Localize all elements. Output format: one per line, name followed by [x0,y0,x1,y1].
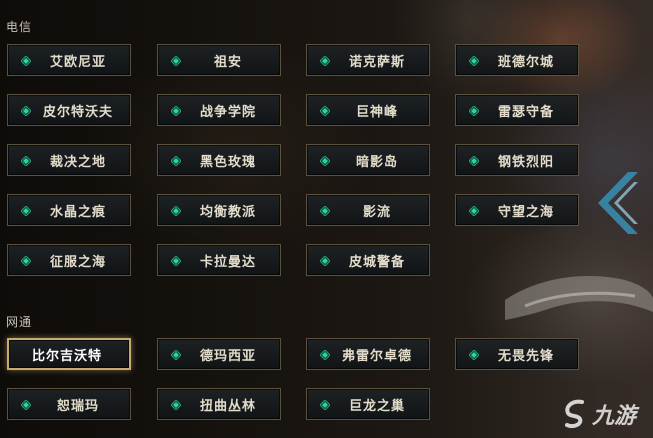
server-button[interactable]: 恕瑞玛 [7,388,131,420]
green-diamond-icon [320,106,330,116]
server-button[interactable]: 雷瑟守备 [455,94,579,126]
section-label-netcom: 网通 [6,315,33,329]
green-diamond-icon [171,56,181,66]
green-diamond-icon [320,256,330,266]
green-diamond-icon [469,350,479,360]
server-button[interactable]: 无畏先锋 [455,338,579,370]
weapon-artwork [505,276,653,320]
watermark-text: 九游 [592,404,637,429]
green-diamond-icon [320,350,330,360]
green-diamond-icon [21,56,31,66]
green-diamond-icon [469,206,479,216]
green-diamond-icon [320,400,330,410]
green-diamond-icon [469,56,479,66]
server-button[interactable]: 征服之海 [7,244,131,276]
server-button[interactable]: 艾欧尼亚 [7,44,131,76]
green-diamond-icon [21,156,31,166]
server-button[interactable]: 班德尔城 [455,44,579,76]
server-button[interactable]: 巨龙之巢 [306,388,430,420]
green-diamond-icon [171,256,181,266]
server-button[interactable]: 巨神峰 [306,94,430,126]
server-button[interactable]: 水晶之痕 [7,194,131,226]
server-button[interactable]: 守望之海 [455,194,579,226]
green-diamond-icon [171,106,181,116]
jiuyou-logo-icon [565,399,584,429]
green-diamond-icon [320,156,330,166]
server-button[interactable]: 钢铁烈阳 [455,144,579,176]
green-diamond-icon [320,206,330,216]
server-button[interactable]: 战争学院 [157,94,281,126]
server-button[interactable]: 黑色玫瑰 [157,144,281,176]
server-button[interactable]: 皮尔特沃夫 [7,94,131,126]
green-diamond-icon [171,400,181,410]
server-button[interactable]: 诺克萨斯 [306,44,430,76]
server-name: 比尔吉沃特 [31,348,102,364]
server-button[interactable]: 弗雷尔卓德 [306,338,430,370]
green-diamond-icon [469,156,479,166]
server-button[interactable]: 德玛西亚 [157,338,281,370]
green-diamond-icon [21,400,31,410]
green-diamond-icon [21,206,31,216]
chevron-left-icon [598,172,638,234]
server-button[interactable]: 裁决之地 [7,144,131,176]
server-button-selected[interactable]: 比尔吉沃特 [7,338,131,370]
green-diamond-icon [171,156,181,166]
green-diamond-icon [320,56,330,66]
server-button[interactable]: 暗影岛 [306,144,430,176]
green-diamond-icon [21,256,31,266]
green-diamond-icon [171,206,181,216]
green-diamond-icon [469,106,479,116]
server-button[interactable]: 扭曲丛林 [157,388,281,420]
server-button[interactable]: 影流 [306,194,430,226]
server-button[interactable]: 卡拉曼达 [157,244,281,276]
green-diamond-icon [171,350,181,360]
server-button[interactable]: 祖安 [157,44,281,76]
section-label-telecom: 电信 [6,20,33,34]
green-diamond-icon [21,106,31,116]
server-button[interactable]: 皮城警备 [306,244,430,276]
watermark: 九游 [562,396,650,432]
server-button[interactable]: 均衡教派 [157,194,281,226]
